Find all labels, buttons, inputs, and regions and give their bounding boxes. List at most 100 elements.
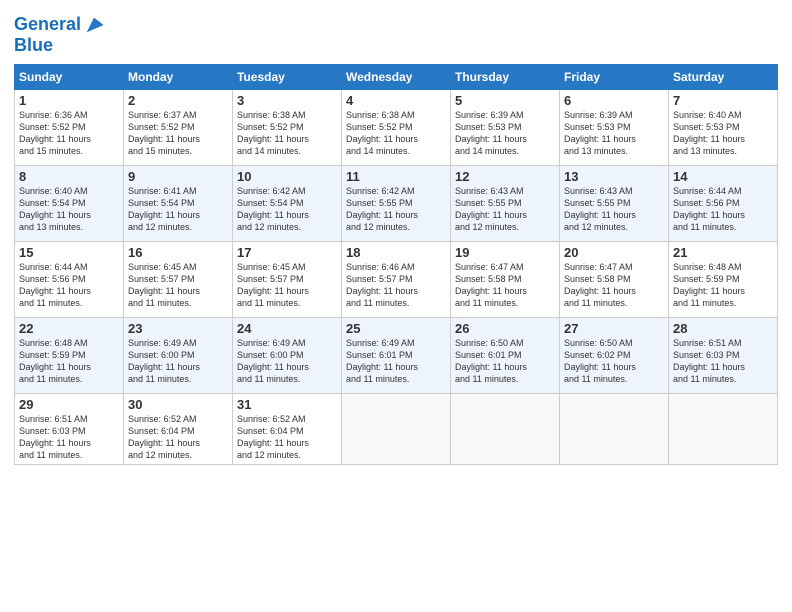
day-number: 14 (673, 169, 773, 184)
calendar-cell: 6Sunrise: 6:39 AMSunset: 5:53 PMDaylight… (560, 89, 669, 165)
calendar-cell: 3Sunrise: 6:38 AMSunset: 5:52 PMDaylight… (233, 89, 342, 165)
day-number: 24 (237, 321, 337, 336)
logo-blue: Blue (14, 36, 53, 56)
calendar-cell: 30Sunrise: 6:52 AMSunset: 6:04 PMDayligh… (124, 393, 233, 465)
calendar-cell: 1Sunrise: 6:36 AMSunset: 5:52 PMDaylight… (15, 89, 124, 165)
calendar-cell: 11Sunrise: 6:42 AMSunset: 5:55 PMDayligh… (342, 165, 451, 241)
day-info: Sunrise: 6:50 AMSunset: 6:01 PMDaylight:… (455, 337, 555, 386)
day-info: Sunrise: 6:48 AMSunset: 5:59 PMDaylight:… (19, 337, 119, 386)
day-info: Sunrise: 6:52 AMSunset: 6:04 PMDaylight:… (128, 413, 228, 462)
day-number: 11 (346, 169, 446, 184)
calendar-cell: 23Sunrise: 6:49 AMSunset: 6:00 PMDayligh… (124, 317, 233, 393)
day-number: 13 (564, 169, 664, 184)
calendar-cell: 13Sunrise: 6:43 AMSunset: 5:55 PMDayligh… (560, 165, 669, 241)
calendar-cell: 28Sunrise: 6:51 AMSunset: 6:03 PMDayligh… (669, 317, 778, 393)
day-info: Sunrise: 6:40 AMSunset: 5:54 PMDaylight:… (19, 185, 119, 234)
day-info: Sunrise: 6:39 AMSunset: 5:53 PMDaylight:… (564, 109, 664, 158)
calendar-cell: 29Sunrise: 6:51 AMSunset: 6:03 PMDayligh… (15, 393, 124, 465)
calendar-cell: 8Sunrise: 6:40 AMSunset: 5:54 PMDaylight… (15, 165, 124, 241)
calendar-cell (669, 393, 778, 465)
day-number: 8 (19, 169, 119, 184)
col-header-friday: Friday (560, 64, 669, 89)
calendar-cell (342, 393, 451, 465)
calendar-cell (451, 393, 560, 465)
day-number: 9 (128, 169, 228, 184)
day-number: 6 (564, 93, 664, 108)
day-number: 12 (455, 169, 555, 184)
calendar-cell (560, 393, 669, 465)
main-container: General Blue SundayMondayTuesdayWednesda… (0, 0, 792, 473)
day-number: 31 (237, 397, 337, 412)
calendar-cell: 31Sunrise: 6:52 AMSunset: 6:04 PMDayligh… (233, 393, 342, 465)
day-number: 15 (19, 245, 119, 260)
day-info: Sunrise: 6:48 AMSunset: 5:59 PMDaylight:… (673, 261, 773, 310)
day-number: 17 (237, 245, 337, 260)
day-info: Sunrise: 6:39 AMSunset: 5:53 PMDaylight:… (455, 109, 555, 158)
day-info: Sunrise: 6:46 AMSunset: 5:57 PMDaylight:… (346, 261, 446, 310)
calendar-cell: 5Sunrise: 6:39 AMSunset: 5:53 PMDaylight… (451, 89, 560, 165)
day-info: Sunrise: 6:42 AMSunset: 5:55 PMDaylight:… (346, 185, 446, 234)
day-info: Sunrise: 6:47 AMSunset: 5:58 PMDaylight:… (564, 261, 664, 310)
calendar-cell: 20Sunrise: 6:47 AMSunset: 5:58 PMDayligh… (560, 241, 669, 317)
day-info: Sunrise: 6:44 AMSunset: 5:56 PMDaylight:… (19, 261, 119, 310)
calendar-table: SundayMondayTuesdayWednesdayThursdayFrid… (14, 64, 778, 466)
calendar-cell: 17Sunrise: 6:45 AMSunset: 5:57 PMDayligh… (233, 241, 342, 317)
calendar-cell: 15Sunrise: 6:44 AMSunset: 5:56 PMDayligh… (15, 241, 124, 317)
day-number: 22 (19, 321, 119, 336)
calendar-cell: 22Sunrise: 6:48 AMSunset: 5:59 PMDayligh… (15, 317, 124, 393)
day-info: Sunrise: 6:40 AMSunset: 5:53 PMDaylight:… (673, 109, 773, 158)
day-info: Sunrise: 6:36 AMSunset: 5:52 PMDaylight:… (19, 109, 119, 158)
day-info: Sunrise: 6:51 AMSunset: 6:03 PMDaylight:… (19, 413, 119, 462)
day-info: Sunrise: 6:51 AMSunset: 6:03 PMDaylight:… (673, 337, 773, 386)
day-info: Sunrise: 6:42 AMSunset: 5:54 PMDaylight:… (237, 185, 337, 234)
day-info: Sunrise: 6:43 AMSunset: 5:55 PMDaylight:… (564, 185, 664, 234)
day-info: Sunrise: 6:45 AMSunset: 5:57 PMDaylight:… (128, 261, 228, 310)
day-info: Sunrise: 6:49 AMSunset: 6:00 PMDaylight:… (237, 337, 337, 386)
calendar-cell: 27Sunrise: 6:50 AMSunset: 6:02 PMDayligh… (560, 317, 669, 393)
day-number: 27 (564, 321, 664, 336)
day-number: 2 (128, 93, 228, 108)
day-number: 23 (128, 321, 228, 336)
calendar-cell: 2Sunrise: 6:37 AMSunset: 5:52 PMDaylight… (124, 89, 233, 165)
col-header-wednesday: Wednesday (342, 64, 451, 89)
calendar-cell: 12Sunrise: 6:43 AMSunset: 5:55 PMDayligh… (451, 165, 560, 241)
day-number: 4 (346, 93, 446, 108)
day-info: Sunrise: 6:47 AMSunset: 5:58 PMDaylight:… (455, 261, 555, 310)
day-info: Sunrise: 6:37 AMSunset: 5:52 PMDaylight:… (128, 109, 228, 158)
day-number: 5 (455, 93, 555, 108)
day-info: Sunrise: 6:44 AMSunset: 5:56 PMDaylight:… (673, 185, 773, 234)
day-number: 25 (346, 321, 446, 336)
col-header-monday: Monday (124, 64, 233, 89)
day-info: Sunrise: 6:45 AMSunset: 5:57 PMDaylight:… (237, 261, 337, 310)
calendar-cell: 18Sunrise: 6:46 AMSunset: 5:57 PMDayligh… (342, 241, 451, 317)
day-number: 26 (455, 321, 555, 336)
col-header-tuesday: Tuesday (233, 64, 342, 89)
day-info: Sunrise: 6:41 AMSunset: 5:54 PMDaylight:… (128, 185, 228, 234)
day-number: 3 (237, 93, 337, 108)
day-number: 19 (455, 245, 555, 260)
logo-icon (83, 14, 105, 36)
col-header-saturday: Saturday (669, 64, 778, 89)
day-number: 28 (673, 321, 773, 336)
day-number: 1 (19, 93, 119, 108)
day-info: Sunrise: 6:49 AMSunset: 6:00 PMDaylight:… (128, 337, 228, 386)
calendar-cell: 7Sunrise: 6:40 AMSunset: 5:53 PMDaylight… (669, 89, 778, 165)
day-number: 10 (237, 169, 337, 184)
day-info: Sunrise: 6:50 AMSunset: 6:02 PMDaylight:… (564, 337, 664, 386)
calendar-cell: 14Sunrise: 6:44 AMSunset: 5:56 PMDayligh… (669, 165, 778, 241)
calendar-cell: 26Sunrise: 6:50 AMSunset: 6:01 PMDayligh… (451, 317, 560, 393)
day-number: 21 (673, 245, 773, 260)
day-number: 7 (673, 93, 773, 108)
calendar-cell: 25Sunrise: 6:49 AMSunset: 6:01 PMDayligh… (342, 317, 451, 393)
col-header-sunday: Sunday (15, 64, 124, 89)
day-number: 20 (564, 245, 664, 260)
calendar-cell: 10Sunrise: 6:42 AMSunset: 5:54 PMDayligh… (233, 165, 342, 241)
day-info: Sunrise: 6:38 AMSunset: 5:52 PMDaylight:… (237, 109, 337, 158)
calendar-cell: 24Sunrise: 6:49 AMSunset: 6:00 PMDayligh… (233, 317, 342, 393)
header: General Blue (14, 10, 778, 56)
day-number: 16 (128, 245, 228, 260)
calendar-cell: 21Sunrise: 6:48 AMSunset: 5:59 PMDayligh… (669, 241, 778, 317)
logo: General Blue (14, 14, 105, 56)
calendar-cell: 16Sunrise: 6:45 AMSunset: 5:57 PMDayligh… (124, 241, 233, 317)
day-number: 30 (128, 397, 228, 412)
